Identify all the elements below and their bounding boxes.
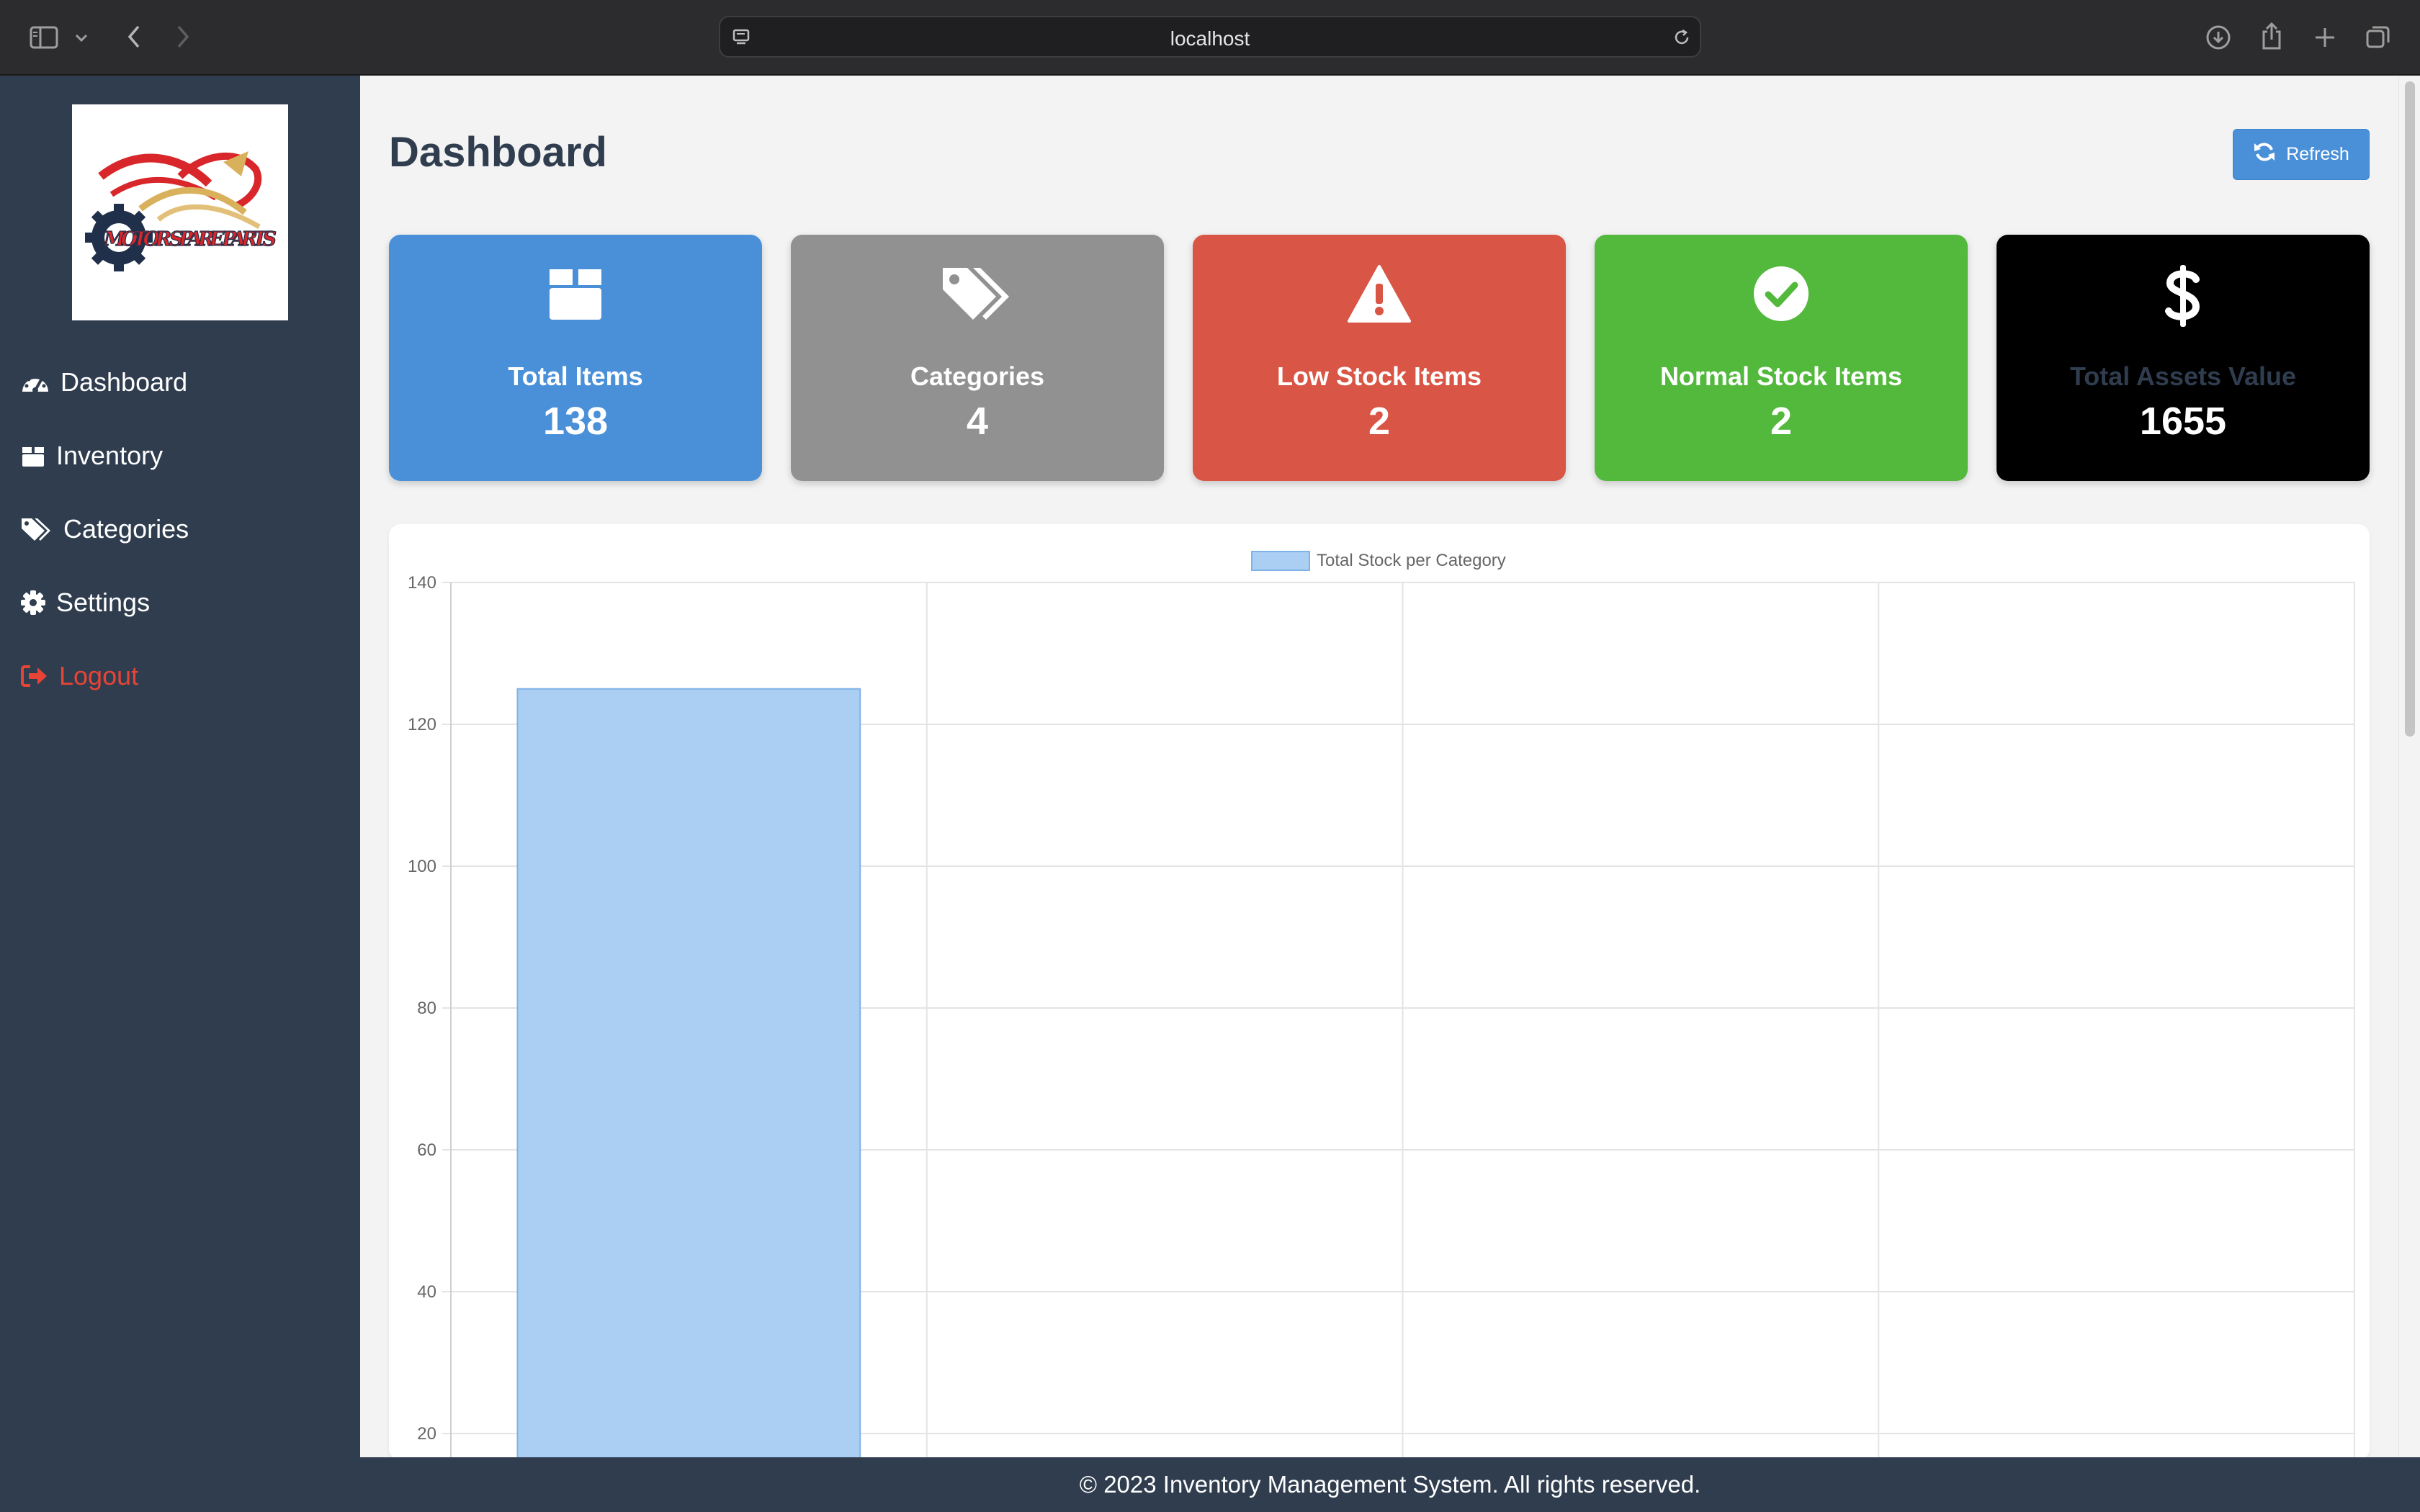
y-tick-label: 100 <box>408 857 436 876</box>
card-label: Normal Stock Items <box>1659 361 1903 391</box>
footer: © 2023 Inventory Management System. All … <box>360 1457 2420 1512</box>
y-tick-label: 40 <box>417 1282 436 1302</box>
tab-overview-icon[interactable] <box>2362 22 2394 53</box>
legend-label: Total Stock per Category <box>1317 551 1506 570</box>
browser-toolbar: localhost <box>0 0 2420 76</box>
url-text: localhost <box>1170 27 1250 50</box>
card-value: 4 <box>966 400 989 443</box>
tags-icon <box>20 516 53 542</box>
sidebar-item-categories[interactable]: Categories <box>20 508 189 551</box>
card-value: 2 <box>1770 400 1793 443</box>
y-tick-label: 140 <box>408 573 436 593</box>
tags-icon <box>791 264 1164 324</box>
footer-text: © 2023 Inventory Management System. All … <box>1079 1471 1701 1498</box>
dollar-icon <box>1996 264 2370 328</box>
sidebar-toggle-icon[interactable] <box>27 23 60 52</box>
reload-icon[interactable] <box>1671 27 1693 48</box>
back-icon[interactable] <box>121 22 147 52</box>
chevron-down-icon[interactable] <box>72 29 91 48</box>
y-tick-label: 60 <box>417 1140 436 1160</box>
refresh-button[interactable]: Refresh <box>2233 129 2370 180</box>
sidebar-item-label: Logout <box>59 661 139 690</box>
scrollbar-thumb[interactable] <box>2405 81 2415 737</box>
sidebar-item-label: Inventory <box>56 441 163 470</box>
box-icon <box>20 443 46 469</box>
sidebar-item-logout[interactable]: Logout <box>20 654 138 698</box>
card-categories: Categories 4 <box>791 235 1164 481</box>
y-tick-label: 20 <box>417 1424 436 1444</box>
page-title: Dashboard <box>389 129 607 176</box>
sidebar-item-inventory[interactable]: Inventory <box>20 434 163 477</box>
card-value: 2 <box>1368 400 1391 443</box>
card-label: Categories <box>910 361 1045 391</box>
sidebar: MOTOR SPARE PARTS Dashboard Inventory Ca… <box>0 76 360 1512</box>
card-low-stock-items: Low Stock Items 2 <box>1193 235 1566 481</box>
warning-icon <box>1193 264 1566 324</box>
y-tick-label: 80 <box>417 999 436 1018</box>
forward-icon[interactable] <box>170 22 196 52</box>
card-value: 138 <box>542 400 609 443</box>
sidebar-item-label: Categories <box>63 514 189 544</box>
card-normal-stock-items: Normal Stock Items 2 <box>1595 235 1968 481</box>
new-tab-icon[interactable] <box>2309 22 2341 53</box>
share-icon[interactable] <box>2256 19 2287 53</box>
stock-chart: 20 40 60 80 100 120 140 Total Stock per Categor… <box>389 524 2370 1460</box>
card-value: 1655 <box>2139 400 2227 443</box>
card-total-items: Total Items 138 <box>389 235 762 481</box>
card-label: Low Stock Items <box>1276 361 1482 391</box>
brand-logo[interactable]: MOTOR SPARE PARTS <box>72 104 288 320</box>
y-tick-label: 120 <box>408 715 436 734</box>
refresh-icon <box>2253 140 2276 168</box>
sidebar-item-label: Settings <box>56 588 151 617</box>
card-label: Total Items <box>508 361 643 391</box>
card-total-assets-value: Total Assets Value 1655 <box>1996 235 2370 481</box>
address-bar[interactable]: localhost <box>719 16 1701 58</box>
tachometer-icon <box>20 370 50 395</box>
bar <box>516 688 861 1460</box>
legend-swatch <box>1251 551 1310 571</box>
box-icon <box>389 264 762 324</box>
sidebar-item-dashboard[interactable]: Dashboard <box>20 361 187 404</box>
download-icon[interactable] <box>2202 22 2234 53</box>
logo-text: MOTOR SPARE PARTS <box>103 228 277 251</box>
scrollbar[interactable] <box>2398 77 2420 1457</box>
sidebar-item-label: Dashboard <box>60 367 188 397</box>
sidebar-item-settings[interactable]: Settings <box>20 581 150 624</box>
card-label: Total Assets Value <box>2069 361 2297 391</box>
refresh-label: Refresh <box>2286 144 2349 164</box>
check-circle-icon <box>1595 264 1968 324</box>
sign-out-icon <box>20 664 49 688</box>
gear-icon <box>20 590 46 616</box>
bar-chart: 20 40 60 80 100 120 140 Total Stock per Categor… <box>408 551 2355 1460</box>
